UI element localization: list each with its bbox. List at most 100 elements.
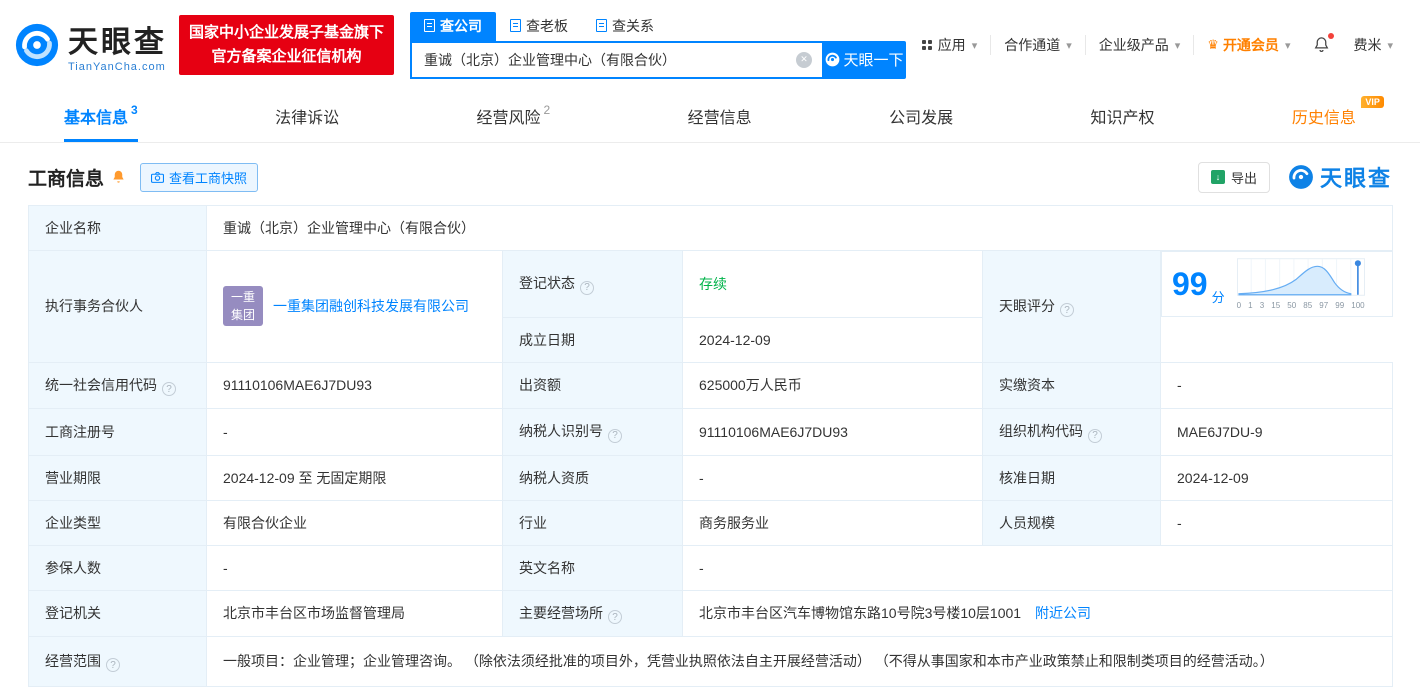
tab-count: 3 xyxy=(131,103,138,117)
tab-label: 知识产权 xyxy=(1090,110,1155,127)
table-row: 统一社会信用代码 91110106MAE6J7DU93 出资额 625000万人… xyxy=(28,361,1393,409)
apps-grid-icon xyxy=(921,40,932,50)
nav-open-membership[interactable]: ♛ 开通会员 xyxy=(1193,35,1303,55)
score-unit: 分 xyxy=(1211,290,1225,305)
watermark-logo: 天眼查 xyxy=(1288,161,1392,193)
tab-legal-proceedings[interactable]: 法律诉讼 xyxy=(275,90,339,142)
field-value-executive-partner: 一重 集团 一重集团融创科技发展有限公司 xyxy=(206,250,503,363)
help-icon[interactable] xyxy=(162,382,176,396)
search-tab-label: 查老板 xyxy=(526,17,569,34)
field-value-reg-status: 存续 xyxy=(682,250,983,318)
table-row: 经营范围 一般项目：企业管理；企业管理咨询。 （除依法须经批准的项目外，凭营业执… xyxy=(28,635,1393,687)
field-label-credit-code: 统一社会信用代码 xyxy=(28,361,207,409)
field-value-industry: 商务服务业 xyxy=(682,499,983,546)
business-info-table: 企业名称 重诚（北京）企业管理中心（有限合伙） 执行事务合伙人 一重 集团 一重… xyxy=(28,205,1393,687)
field-value-company-type: 有限合伙企业 xyxy=(206,499,503,546)
field-label-company-name: 企业名称 xyxy=(28,205,207,251)
field-value-score: 99 分 0 1 3 15 50 85 97 99 100 xyxy=(1161,251,1393,317)
search-tab-relation[interactable]: 查关系 xyxy=(582,12,668,41)
field-label-industry: 行业 xyxy=(502,499,683,546)
brand-name: 天眼查 xyxy=(68,26,167,59)
bell-icon xyxy=(1315,37,1329,52)
field-value-paid-capital: - xyxy=(1160,361,1393,409)
top-navigation: 应用 合作通道 企业级产品 ♛ 开通会员 费米 xyxy=(909,33,1406,55)
table-row: 企业类型 有限合伙企业 行业 商务服务业 人员规模 - xyxy=(28,499,1393,546)
search-button-swirl-icon xyxy=(825,52,839,67)
nav-enterprise-products[interactable]: 企业级产品 xyxy=(1084,35,1194,55)
view-business-snapshot-button[interactable]: 查看工商快照 xyxy=(140,162,259,192)
tab-business-risk[interactable]: 经营风险 2 xyxy=(477,90,551,142)
tab-label: 基本信息 xyxy=(64,110,129,127)
search-area: 查公司 查老板 查关系 天眼一下 xyxy=(410,11,907,79)
clear-search-icon[interactable] xyxy=(796,51,813,68)
field-label-company-type: 企业类型 xyxy=(28,499,207,546)
tab-count: 2 xyxy=(543,103,551,117)
search-tab-company[interactable]: 查公司 xyxy=(410,11,497,41)
field-label-reg-authority: 登记机关 xyxy=(28,589,207,637)
company-detail-tabs: 基本信息 3 法律诉讼 经营风险 2 经营信息 公司发展 知识产权 历史信息 V… xyxy=(0,90,1420,143)
field-label-capital: 出资额 xyxy=(502,361,683,409)
notification-dot xyxy=(1328,33,1335,39)
help-icon[interactable] xyxy=(1060,303,1074,317)
field-value-reg-authority: 北京市丰台区市场监督管理局 xyxy=(206,589,503,637)
partner-company-link[interactable]: 一重集团融创科技发展有限公司 xyxy=(273,296,469,316)
nav-apps[interactable]: 应用 xyxy=(909,35,991,55)
table-row: 参保人数 - 英文名称 - xyxy=(28,544,1393,591)
nav-membership-label: 开通会员 xyxy=(1222,37,1279,53)
tab-label: 经营信息 xyxy=(687,110,752,127)
search-tabs: 查公司 查老板 查关系 xyxy=(410,11,906,41)
search-button[interactable]: 天眼一下 xyxy=(822,40,907,79)
boss-icon xyxy=(510,19,522,32)
top-bar: 天眼查 TianYanCha.com 国家中小企业发展子基金旗下 官方备案企业征… xyxy=(0,0,1420,90)
field-label-reg-number: 工商注册号 xyxy=(28,408,207,456)
tab-label: 法律诉讼 xyxy=(275,110,340,127)
tianyancha-swirl-icon xyxy=(15,23,59,67)
partner-company-logo: 一重 集团 xyxy=(223,286,263,327)
tab-business-info[interactable]: 经营信息 xyxy=(688,90,752,142)
field-value-staff-size: - xyxy=(1160,499,1393,546)
field-label-reg-status: 登记状态 xyxy=(502,250,683,318)
field-value-insured-count: - xyxy=(206,544,503,591)
tianyancha-logo[interactable]: 天眼查 TianYanCha.com xyxy=(14,17,167,73)
tab-company-development[interactable]: 公司发展 xyxy=(889,90,953,142)
nav-partnership[interactable]: 合作通道 xyxy=(990,35,1085,55)
field-value-taxpayer-id: 91110106MAE6J7DU93 xyxy=(682,408,983,456)
nav-enterprise-label: 企业级产品 xyxy=(1098,37,1169,53)
search-input[interactable] xyxy=(410,40,823,79)
field-label-establish-date: 成立日期 xyxy=(502,316,683,363)
table-row: 执行事务合伙人 一重 集团 一重集团融创科技发展有限公司 登记状态 存续 天眼评… xyxy=(28,250,1393,363)
field-value-taxpayer-quality: - xyxy=(682,454,983,501)
nav-user-menu[interactable]: 费米 xyxy=(1340,35,1406,55)
field-value-credit-code: 91110106MAE6J7DU93 xyxy=(206,361,503,409)
tab-intellectual-property[interactable]: 知识产权 xyxy=(1090,90,1154,142)
help-icon[interactable] xyxy=(106,658,120,673)
company-icon xyxy=(424,19,436,32)
help-icon[interactable] xyxy=(1088,428,1102,443)
subscribe-bell-icon[interactable] xyxy=(111,169,126,185)
nearby-companies-link[interactable]: 附近公司 xyxy=(1035,605,1091,621)
tab-history-info[interactable]: 历史信息 VIP xyxy=(1292,90,1384,142)
help-icon[interactable] xyxy=(608,428,622,443)
field-value-reg-number: - xyxy=(206,408,503,456)
field-label-paid-capital: 实缴资本 xyxy=(982,361,1161,409)
badge-line1: 国家中小企业发展子基金旗下 xyxy=(189,24,385,41)
watermark-swirl-icon xyxy=(1289,165,1313,189)
tab-basic-info[interactable]: 基本信息 3 xyxy=(64,90,138,142)
table-row: 登记机关 北京市丰台区市场监督管理局 主要经营场所 北京市丰台区汽车博物馆东路1… xyxy=(28,589,1393,637)
tab-label: 经营风险 xyxy=(476,110,541,127)
score-chart: 01 3 15 50 85 97 99 100 xyxy=(1236,258,1365,310)
field-value-capital: 625000万人民币 xyxy=(682,361,983,409)
field-value-business-address: 北京市丰台区汽车博物馆东路10号院3号楼10层1001 附近公司 xyxy=(682,589,1393,637)
help-icon[interactable] xyxy=(608,610,622,624)
search-button-label: 天眼一下 xyxy=(843,52,904,69)
help-icon[interactable] xyxy=(580,280,594,295)
field-label-executive-partner: 执行事务合伙人 xyxy=(28,250,207,363)
field-label-score: 天眼评分 xyxy=(982,250,1161,363)
export-button[interactable]: 导出 xyxy=(1197,161,1270,193)
score-axis-labels: 01 3 15 50 85 97 99 100 xyxy=(1236,301,1365,310)
table-row: 企业名称 重诚（北京）企业管理中心（有限合伙） xyxy=(28,205,1393,251)
search-tab-boss[interactable]: 查老板 xyxy=(496,12,582,41)
field-label-staff-size: 人员规模 xyxy=(982,499,1161,546)
notification-bell[interactable] xyxy=(1303,33,1340,54)
field-label-english-name: 英文名称 xyxy=(502,544,683,591)
